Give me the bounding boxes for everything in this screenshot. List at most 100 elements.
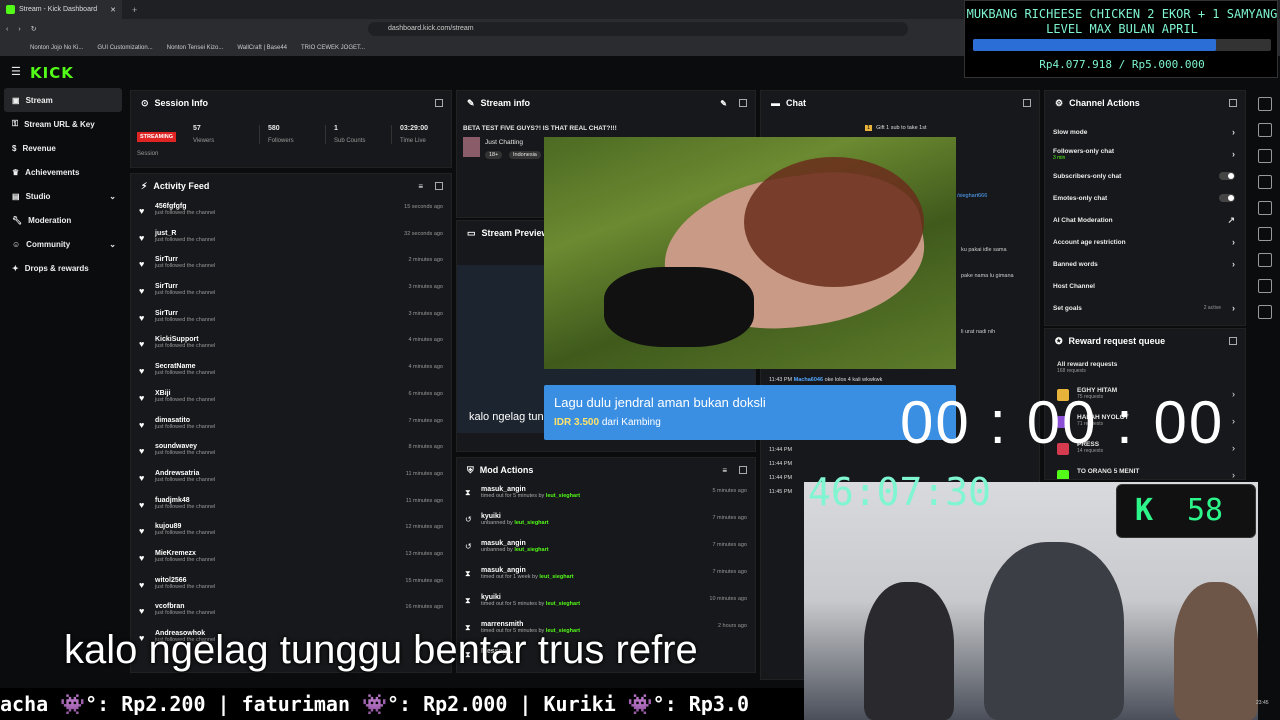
- menu-icon[interactable]: ☰: [11, 65, 21, 78]
- moderator-name[interactable]: leut_sieghart: [539, 574, 573, 580]
- filter-icon[interactable]: ≡: [418, 182, 423, 191]
- follow-description: just followed the channel: [155, 316, 216, 323]
- expand-icon[interactable]: [1229, 99, 1237, 107]
- chat-icon[interactable]: [1258, 201, 1272, 215]
- channel-action-slow-mode[interactable]: Slow mode ›: [1045, 121, 1245, 143]
- list-item[interactable]: ♥ dimasatito just followed the channel 7 mi…: [131, 412, 451, 439]
- toggle-switch[interactable]: [1219, 194, 1235, 202]
- back-icon[interactable]: ‹: [6, 26, 8, 33]
- url-field[interactable]: dashboard.kick.com/stream: [368, 22, 908, 36]
- moderator-name[interactable]: leut_sieghart: [514, 547, 548, 553]
- channel-action-account-age-restriction[interactable]: Account age restriction ›: [1045, 231, 1245, 253]
- list-item[interactable]: ♥ SirTurr just followed the channel 2 minut…: [131, 251, 451, 278]
- expand-icon[interactable]: [739, 466, 747, 474]
- channel-action-set-goals[interactable]: Set goals 2 active ›: [1045, 297, 1245, 319]
- sidebar-item-moderation[interactable]: 🔧︎ Moderation: [0, 208, 126, 232]
- browser-tab[interactable]: Stream - Kick Dashboard ✕: [0, 0, 122, 19]
- moderator-name[interactable]: leut_sieghart: [546, 493, 580, 499]
- list-item[interactable]: ⧗ kyuiki timed out for 5 minutes by leut_s…: [457, 590, 755, 617]
- action-label-text: Set goals: [1053, 304, 1082, 312]
- info-icon[interactable]: [1258, 97, 1272, 111]
- action-label-text: Banned words: [1053, 260, 1098, 268]
- expand-icon[interactable]: [1023, 99, 1031, 107]
- list-item[interactable]: ♥ MieKremezx just followed the channel 13 m…: [131, 545, 451, 572]
- sidebar-item-drops[interactable]: ✦ Drops & rewards: [0, 256, 126, 280]
- moderator-name[interactable]: leut_sieghart: [514, 520, 548, 526]
- list-item[interactable]: ♥ vcofbran just followed the channel 16 min…: [131, 598, 451, 625]
- list-item[interactable]: ♥ SirTurr just followed the channel 3 minut…: [131, 305, 451, 332]
- list-item[interactable]: ♥ soundwavey just followed the channel 8 mi…: [131, 438, 451, 465]
- tab-title: Stream - Kick Dashboard: [19, 6, 98, 13]
- expand-icon[interactable]: [1229, 337, 1237, 345]
- list-item[interactable]: ↺ masuk_angin unbanned by leut_sieghart 7 m…: [457, 536, 755, 563]
- kick-k-icon: K: [1135, 493, 1154, 528]
- reward-item[interactable]: TO ORANG 5 MENIT ›: [1057, 468, 1245, 479]
- list-item[interactable]: ♥ fuadjmk48 just followed the channel 11 mi…: [131, 492, 451, 519]
- list-item[interactable]: ↺ kyuiki unbanned by leut_sieghart 7 minute…: [457, 509, 755, 536]
- doc-icon[interactable]: [1258, 175, 1272, 189]
- list-item[interactable]: ♥ SecratName just followed the channel 4 mi…: [131, 358, 451, 385]
- forward-icon[interactable]: ›: [18, 26, 20, 33]
- channel-action-emotes-only-chat[interactable]: Emotes-only chat: [1045, 187, 1245, 209]
- sidebar-item-stream[interactable]: ▣ Stream: [4, 88, 122, 112]
- bookmark[interactable]: WallCraft | Base44: [237, 45, 287, 51]
- toggle-switch[interactable]: [1219, 172, 1235, 180]
- pinned-gift[interactable]: 1 Gift 1 sub to take 1st: [865, 125, 927, 131]
- moderator-name[interactable]: leut_sieghart: [546, 601, 580, 607]
- chevron-right-icon: ›: [1232, 443, 1235, 453]
- edit-icon[interactable]: ✎: [720, 99, 727, 108]
- list-item[interactable]: ⧗ masuk_angin timed out for 5 minutes by l…: [457, 482, 755, 509]
- channel-action-followers-only-chat[interactable]: Followers-only chat 3 min ›: [1045, 143, 1245, 165]
- kick-logo[interactable]: KICK: [30, 64, 74, 82]
- timestamp: 4 minutes ago: [408, 364, 443, 371]
- list-item[interactable]: ♥ Andrewsatria just followed the channel 11…: [131, 465, 451, 492]
- channel-action-ai-chat-moderation[interactable]: AI Chat Moderation ↗: [1045, 209, 1245, 231]
- chat-username[interactable]: Macha6046: [794, 377, 823, 383]
- channel-action-banned-words[interactable]: Banned words ›: [1045, 253, 1245, 275]
- broadcast-icon[interactable]: [1258, 227, 1272, 241]
- panel-title: Stream info: [480, 98, 531, 108]
- bookmark[interactable]: Nonton Tensei Kizo...: [167, 45, 224, 51]
- new-tab-button[interactable]: +: [132, 5, 137, 15]
- filter-icon[interactable]: ≡: [722, 466, 727, 475]
- list-item[interactable]: ⧗ masuk_angin timed out for 1 week by leut…: [457, 563, 755, 590]
- sidebar-item-achievements[interactable]: ♛ Achievements: [0, 160, 126, 184]
- crop-icon[interactable]: [1258, 123, 1272, 137]
- reload-icon[interactable]: ↻: [31, 25, 37, 33]
- list-item[interactable]: ♥ witol2566 just followed the channel 15 mi…: [131, 572, 451, 599]
- grid-icon[interactable]: [1258, 253, 1272, 267]
- reply-user[interactable]: /sieghart666: [957, 193, 987, 199]
- sidebar-item-label: Studio: [25, 191, 51, 201]
- heart-icon: ♥: [139, 552, 145, 563]
- sidebar-item-studio[interactable]: ▤ Studio ⌄: [0, 184, 126, 208]
- sidebar-item-community[interactable]: ☺ Community ⌄: [0, 232, 126, 256]
- expand-icon[interactable]: [435, 182, 443, 190]
- all-rewards-row[interactable]: All reward requests 168 requests: [1057, 361, 1117, 374]
- panel-header: ✪ Reward request queue: [1045, 329, 1245, 353]
- expand-icon[interactable]: [435, 99, 443, 107]
- wrench-icon[interactable]: [1258, 279, 1272, 293]
- bookmark[interactable]: TRIO CEWEK JOGET...: [301, 45, 365, 51]
- list-item[interactable]: ♥ just_R just followed the channel 32 secon…: [131, 225, 451, 252]
- sidebar-item-stream-url[interactable]: ⚿ Stream URL & Key: [0, 112, 126, 136]
- list-item[interactable]: ♥ 456fgfgfg just followed the channel 15 se…: [131, 198, 451, 225]
- list-item[interactable]: ♥ SirTurr just followed the channel 3 minut…: [131, 278, 451, 305]
- channel-action-host-channel[interactable]: Host Channel: [1045, 275, 1245, 297]
- list-item[interactable]: ♥ XBiji just followed the channel 6 minutes…: [131, 385, 451, 412]
- bookmark[interactable]: GUI Customization...: [97, 45, 152, 51]
- video-icon: ▣: [12, 95, 20, 105]
- bolt-icon[interactable]: [1258, 149, 1272, 163]
- chevron-right-icon: ›: [1232, 416, 1235, 426]
- users-icon[interactable]: [1258, 305, 1272, 319]
- heart-icon: ♥: [139, 366, 145, 377]
- expand-icon[interactable]: [739, 99, 747, 107]
- channel-action-subscribers-only-chat[interactable]: Subscribers-only chat: [1045, 165, 1245, 187]
- people-icon: ☺: [12, 239, 21, 249]
- bookmark[interactable]: Nonton Jojo No Ki...: [30, 45, 83, 51]
- close-tab-icon[interactable]: ✕: [110, 6, 116, 14]
- list-item[interactable]: ♥ kujou89 just followed the channel 12 minu…: [131, 518, 451, 545]
- heart-icon: ♥: [139, 312, 145, 323]
- list-item[interactable]: ♥ KickiSupport just followed the channel 4 …: [131, 331, 451, 358]
- sidebar-item-revenue[interactable]: $ Revenue: [0, 136, 126, 160]
- studio-icon: ▤: [12, 191, 20, 201]
